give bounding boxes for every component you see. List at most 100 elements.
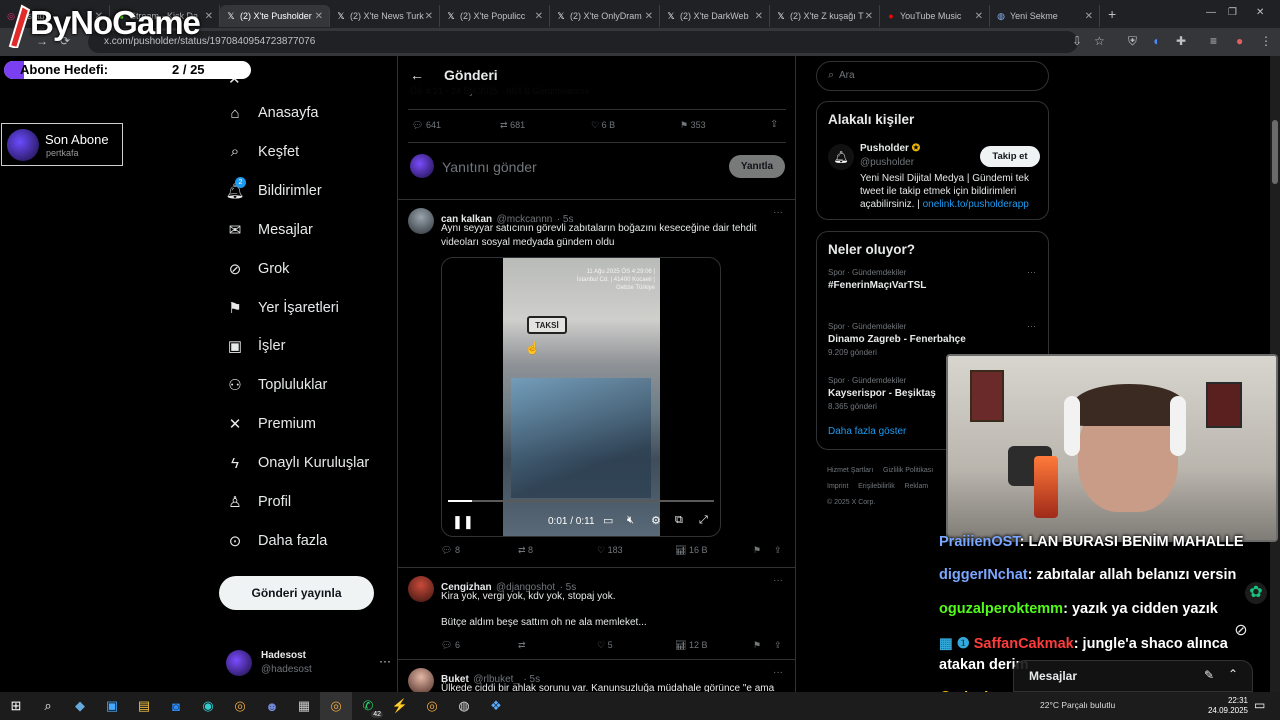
app-icon[interactable]: ▦	[288, 692, 320, 720]
star-icon[interactable]: ☆	[1094, 34, 1105, 48]
install-icon[interactable]: ⇩	[1072, 34, 1082, 48]
windows-start-icon[interactable]: ⊞	[0, 692, 32, 720]
repost-stat[interactable]: ⇄ 681	[500, 120, 525, 131]
views-action[interactable]: 📊︎ 12 B	[675, 640, 707, 651]
puzzle-icon[interactable]: ✚	[1176, 34, 1186, 48]
browser-tab[interactable]: 𝕏 (2) X'te News Turk ✕	[330, 5, 440, 27]
follow-button[interactable]: Takip et	[980, 146, 1040, 167]
bookmark-stat[interactable]: ⚑ 353	[680, 120, 706, 131]
chrome-icon[interactable]: ◎	[416, 692, 448, 720]
more-dots-icon[interactable]: ···	[773, 207, 783, 218]
reply-stat[interactable]: 💬︎ 641	[412, 120, 441, 131]
mute-icon[interactable]: 🔇︎	[627, 514, 634, 527]
shield-icon[interactable]: ⛨	[1128, 34, 1137, 49]
repost-action[interactable]: ⇄ 8	[518, 545, 533, 556]
clock[interactable]: 22:31 24.09.2025	[1200, 696, 1248, 716]
close-tab-icon[interactable]: ✕	[975, 11, 983, 22]
share-icon[interactable]: ⇪	[774, 545, 782, 556]
video-progress[interactable]	[448, 500, 714, 502]
tweet[interactable]: can kalkan @mckcannn · 5s ··· Aynı seyya…	[398, 199, 795, 567]
video-player[interactable]: TAKSİ 11 Ağu 2025 ÖS 4:29:06 | İstanbul …	[441, 257, 721, 537]
close-tab-icon[interactable]: ✕	[1085, 11, 1093, 22]
close-tab-icon[interactable]: ✕	[315, 11, 323, 22]
edge-icon[interactable]: ◉	[192, 692, 224, 720]
reply-button[interactable]: Yanıtla	[729, 155, 785, 178]
close-tab-icon[interactable]: ✕	[645, 11, 653, 22]
notification-icon[interactable]: ▭	[1254, 698, 1265, 712]
search-icon[interactable]: ⌕	[32, 692, 64, 720]
nav-item-grok[interactable]: ⊘ Grok	[226, 260, 290, 278]
chrome-icon[interactable]: ◎	[224, 692, 256, 720]
pip-icon[interactable]: ⧉	[675, 514, 683, 527]
whatsapp-icon[interactable]: ✆ 42	[352, 692, 384, 720]
address-input[interactable]: x.com/pusholder/status/19708409547238770…	[88, 31, 1078, 53]
search-box[interactable]: ⌕ Ara	[816, 61, 1049, 91]
footer-link[interactable]: Hizmet Şartları	[827, 467, 873, 474]
nav-item-mesajlar[interactable]: ✉ Mesajlar	[226, 221, 313, 239]
more-dots-icon[interactable]: ···	[773, 667, 783, 678]
back-arrow-icon[interactable]: ←	[410, 67, 424, 83]
nav-item-topluluklar[interactable]: ⚇ Topluluklar	[226, 376, 327, 394]
store-icon[interactable]: ▣	[96, 692, 128, 720]
footer-link[interactable]: Reklam	[904, 483, 928, 490]
show-more-link[interactable]: Daha fazla göster	[828, 426, 906, 437]
reply-action[interactable]: 💬︎ 6	[441, 640, 460, 651]
footer-link[interactable]: Erişilebilirlik	[858, 483, 895, 490]
post-button[interactable]: Gönderi yayınla	[219, 576, 374, 610]
related-name[interactable]: Pusholder ✪	[860, 143, 920, 154]
browser-tab[interactable]: 𝕏 (2) X'te Z kuşağı T ✕	[770, 5, 880, 27]
nav-item-bildirimler[interactable]: 🔔︎ 2 Bildirimler	[225, 176, 322, 200]
bookmark-icon[interactable]: ⚑	[753, 545, 761, 556]
more-dots-icon[interactable]: ···	[1027, 321, 1036, 331]
close-tab-icon[interactable]: ✕	[535, 11, 543, 22]
window-close-icon[interactable]: ✕	[1256, 7, 1264, 18]
captions-icon[interactable]: ▭	[603, 514, 613, 527]
browser-tab[interactable]: ● YouTube Music ✕	[880, 5, 990, 27]
tweet[interactable]: Cengizhan @djangoshot · 5s ··· Kira yok,…	[398, 567, 795, 659]
reply-action[interactable]: 💬︎ 8	[441, 545, 460, 556]
extension-icon[interactable]: ◖	[1152, 34, 1159, 48]
nav-item-keşfet[interactable]: ⌕ Keşfet	[226, 143, 299, 161]
menu-icon[interactable]: ⋮	[1260, 34, 1272, 48]
close-tab-icon[interactable]: ✕	[865, 11, 873, 22]
browser-tab[interactable]: 𝕏 (2) X'te OnlyDram ✕	[550, 5, 660, 27]
file-explorer-icon[interactable]: ▤	[128, 692, 160, 720]
bookmark-icon[interactable]: ⚑	[753, 640, 761, 651]
app-icon[interactable]: ❖	[480, 692, 512, 720]
nav-item-premium[interactable]: ✕ Premium	[226, 415, 316, 433]
more-dots-icon[interactable]: ···	[379, 654, 391, 668]
discord-icon[interactable]: ☻	[256, 692, 288, 720]
account-switcher[interactable]: Hadesost @hadesost ···	[226, 648, 396, 680]
scrollbar-thumb[interactable]	[1272, 120, 1278, 184]
browser-tab[interactable]: 𝕏 (2) X'te Pusholder ✕	[220, 5, 330, 27]
media-icon[interactable]: ≡	[1210, 34, 1217, 48]
chevron-up-icon[interactable]: ⌃	[1228, 667, 1238, 681]
browser-tab[interactable]: 𝕏 (2) X'te DarkWeb ✕	[660, 5, 770, 27]
like-stat[interactable]: ♡ 6 B	[591, 120, 615, 131]
bio-link[interactable]: onelink.to/pusholderapp	[923, 199, 1029, 210]
browser-tab[interactable]: 𝕏 (2) X'te Populicc ✕	[440, 5, 550, 27]
nav-item-profil[interactable]: ♙ Profil	[226, 493, 291, 511]
app-icon[interactable]: ⚡	[384, 692, 416, 720]
compose-icon[interactable]: ✎	[1204, 668, 1214, 682]
minimize-icon[interactable]: —	[1206, 7, 1216, 18]
obs-icon[interactable]: ◍	[448, 692, 480, 720]
chrome-icon[interactable]: ◎	[320, 692, 352, 720]
share-icon[interactable]: ⇪	[770, 119, 778, 130]
search-input[interactable]: Ara	[839, 70, 855, 81]
close-tab-icon[interactable]: ✕	[425, 11, 433, 22]
outlook-icon[interactable]: ◙	[160, 692, 192, 720]
weather-widget[interactable]: 22°C Parçalı bulutlu	[1040, 700, 1115, 710]
copilot-icon[interactable]: ◆	[64, 692, 96, 720]
browser-tab[interactable]: ◍ Yeni Sekme ✕	[990, 5, 1100, 27]
more-dots-icon[interactable]: ···	[1027, 267, 1036, 277]
trend-item[interactable]: Spor · Gündemdekiler #FenerinMaçıVarTSL ··…	[817, 267, 1048, 318]
grok-icon[interactable]: ⊘	[1230, 620, 1252, 642]
chatgpt-icon[interactable]: ✿	[1245, 582, 1267, 604]
nav-item-i-şler[interactable]: ▣ İşler	[226, 337, 286, 355]
nav-item-anasayfa[interactable]: ⌂ Anasayfa	[226, 104, 318, 122]
repost-action[interactable]: ⇄	[518, 640, 526, 651]
new-tab-icon[interactable]: +	[1108, 6, 1116, 22]
share-icon[interactable]: ⇪	[774, 640, 782, 651]
settings-gear-icon[interactable]: ⚙	[651, 514, 661, 527]
